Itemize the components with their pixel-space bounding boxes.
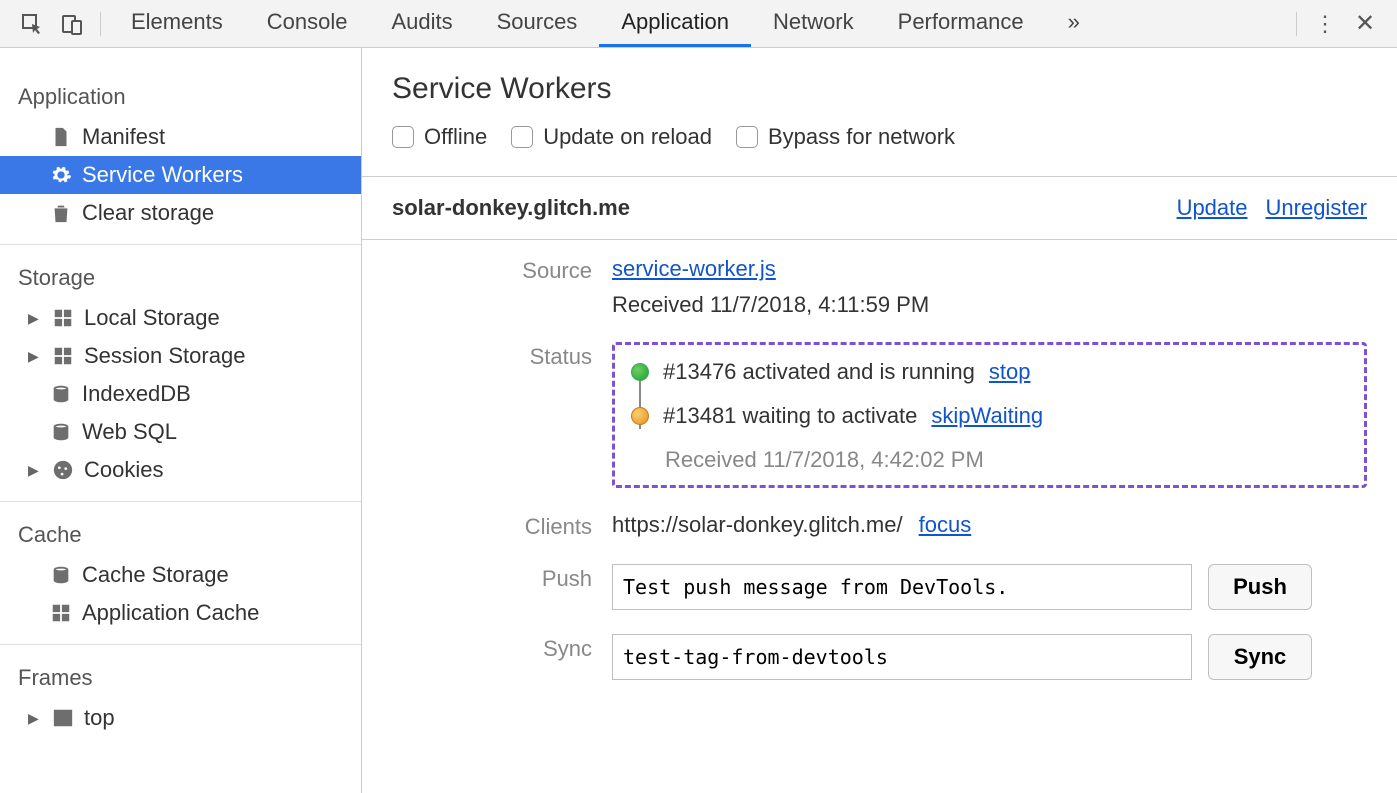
sidebar-item-label: Service Workers bbox=[82, 162, 243, 188]
sidebar-item-cache-storage[interactable]: Cache Storage bbox=[0, 556, 361, 594]
sidebar-item-manifest[interactable]: Manifest bbox=[0, 118, 361, 156]
caret-icon: ▶ bbox=[28, 462, 42, 479]
status-dot-waiting-icon bbox=[631, 407, 649, 425]
tab-console[interactable]: Console bbox=[245, 0, 370, 47]
database-icon bbox=[50, 421, 72, 443]
sidebar-item-label: top bbox=[84, 705, 115, 731]
grid-icon bbox=[52, 345, 74, 367]
sidebar-item-session-storage[interactable]: ▶ Session Storage bbox=[0, 337, 361, 375]
divider bbox=[100, 12, 101, 36]
page-title: Service Workers bbox=[392, 72, 1367, 106]
sidebar-item-label: Cache Storage bbox=[82, 562, 229, 588]
focus-link[interactable]: focus bbox=[919, 512, 972, 538]
skipwaiting-link[interactable]: skipWaiting bbox=[931, 403, 1043, 429]
tab-elements[interactable]: Elements bbox=[109, 0, 245, 47]
tab-performance[interactable]: Performance bbox=[876, 0, 1046, 47]
push-input[interactable] bbox=[612, 564, 1192, 610]
sidebar-item-service-workers[interactable]: Service Workers bbox=[0, 156, 361, 194]
sidebar-section-cache: Cache bbox=[0, 514, 361, 556]
grid-icon bbox=[52, 307, 74, 329]
sidebar-item-clear-storage[interactable]: Clear storage bbox=[0, 194, 361, 232]
caret-icon: ▶ bbox=[28, 348, 42, 365]
gear-icon bbox=[50, 164, 72, 186]
status-box: #13476 activated and is running stop #13… bbox=[612, 342, 1367, 488]
divider bbox=[1296, 12, 1297, 36]
sidebar-item-websql[interactable]: Web SQL bbox=[0, 413, 361, 451]
unregister-link[interactable]: Unregister bbox=[1266, 195, 1367, 221]
sidebar-item-application-cache[interactable]: Application Cache bbox=[0, 594, 361, 632]
sidebar-item-label: Local Storage bbox=[84, 305, 220, 331]
checkbox-update-on-reload[interactable]: Update on reload bbox=[511, 124, 712, 150]
sidebar-item-label: Cookies bbox=[84, 457, 163, 483]
sync-input[interactable] bbox=[612, 634, 1192, 680]
sidebar-item-label: Web SQL bbox=[82, 419, 177, 445]
source-link[interactable]: service-worker.js bbox=[612, 256, 1367, 282]
sidebar-item-top-frame[interactable]: ▶ top bbox=[0, 699, 361, 737]
trash-icon bbox=[50, 202, 72, 224]
sidebar-item-label: Clear storage bbox=[82, 200, 214, 226]
sidebar-section-application: Application bbox=[0, 76, 361, 118]
file-icon bbox=[50, 126, 72, 148]
checkbox-icon bbox=[511, 126, 533, 148]
sidebar-item-indexeddb[interactable]: IndexedDB bbox=[0, 375, 361, 413]
inspect-icon[interactable] bbox=[12, 0, 52, 48]
status-waiting-received: Received 11/7/2018, 4:42:02 PM bbox=[631, 447, 1348, 473]
panel-tabs: Elements Console Audits Sources Applicat… bbox=[109, 0, 1288, 47]
label-sync: Sync bbox=[392, 634, 592, 662]
sidebar-item-label: Manifest bbox=[82, 124, 165, 150]
tab-application[interactable]: Application bbox=[599, 0, 751, 47]
tabs-overflow[interactable]: » bbox=[1046, 0, 1102, 47]
tab-network[interactable]: Network bbox=[751, 0, 876, 47]
sidebar-item-cookies[interactable]: ▶ Cookies bbox=[0, 451, 361, 489]
checkbox-icon bbox=[736, 126, 758, 148]
grid-icon bbox=[50, 602, 72, 624]
tab-audits[interactable]: Audits bbox=[369, 0, 474, 47]
client-url: https://solar-donkey.glitch.me/ bbox=[612, 512, 903, 538]
label-source: Source bbox=[392, 256, 592, 284]
application-sidebar: Application Manifest Service Workers Cle… bbox=[0, 48, 362, 793]
close-icon[interactable]: ✕ bbox=[1345, 0, 1385, 48]
status-waiting-text: #13481 waiting to activate bbox=[663, 403, 917, 429]
sidebar-section-storage: Storage bbox=[0, 257, 361, 299]
checkbox-icon bbox=[392, 126, 414, 148]
update-link[interactable]: Update bbox=[1177, 195, 1248, 221]
label-status: Status bbox=[392, 342, 592, 370]
frame-icon bbox=[52, 707, 74, 729]
caret-icon: ▶ bbox=[28, 310, 42, 327]
checkbox-label: Offline bbox=[424, 124, 487, 150]
push-button[interactable]: Push bbox=[1208, 564, 1312, 610]
device-toggle-icon[interactable] bbox=[52, 0, 92, 48]
label-clients: Clients bbox=[392, 512, 592, 540]
tab-sources[interactable]: Sources bbox=[475, 0, 600, 47]
sidebar-item-label: Application Cache bbox=[82, 600, 259, 626]
sync-button[interactable]: Sync bbox=[1208, 634, 1312, 680]
caret-icon: ▶ bbox=[28, 710, 42, 727]
checkbox-label: Bypass for network bbox=[768, 124, 955, 150]
sidebar-section-frames: Frames bbox=[0, 657, 361, 699]
database-icon bbox=[50, 564, 72, 586]
sidebar-item-label: IndexedDB bbox=[82, 381, 191, 407]
sidebar-item-local-storage[interactable]: ▶ Local Storage bbox=[0, 299, 361, 337]
status-dot-active-icon bbox=[631, 363, 649, 381]
origin-name: solar-donkey.glitch.me bbox=[392, 195, 630, 221]
kebab-menu-icon[interactable]: ⋮ bbox=[1305, 0, 1345, 48]
checkbox-label: Update on reload bbox=[543, 124, 712, 150]
label-push: Push bbox=[392, 564, 592, 592]
checkbox-bypass-for-network[interactable]: Bypass for network bbox=[736, 124, 955, 150]
cookie-icon bbox=[52, 459, 74, 481]
status-active-text: #13476 activated and is running bbox=[663, 359, 975, 385]
devtools-tabstrip: Elements Console Audits Sources Applicat… bbox=[0, 0, 1397, 48]
checkbox-offline[interactable]: Offline bbox=[392, 124, 487, 150]
sidebar-item-label: Session Storage bbox=[84, 343, 245, 369]
database-icon bbox=[50, 383, 72, 405]
main-panel: Service Workers Offline Update on reload… bbox=[362, 48, 1397, 793]
stop-link[interactable]: stop bbox=[989, 359, 1031, 385]
received-time: Received 11/7/2018, 4:11:59 PM bbox=[612, 292, 1367, 318]
